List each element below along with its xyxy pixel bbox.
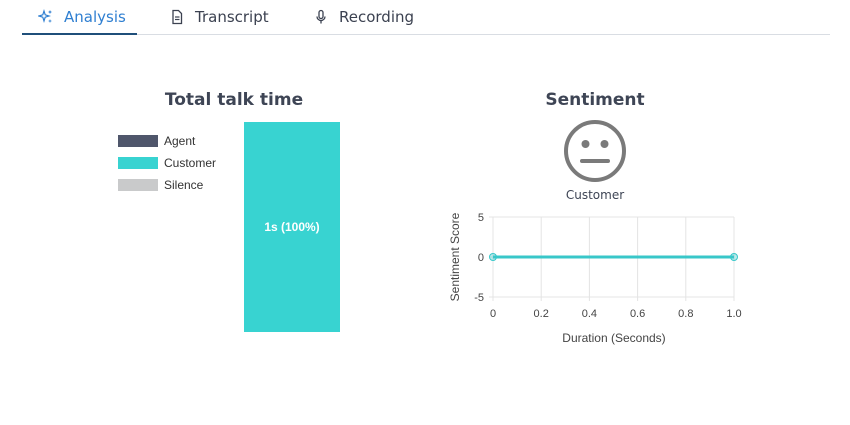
sentiment-title: Sentiment: [545, 90, 645, 110]
tab-analysis-label: Analysis: [64, 7, 126, 26]
legend-swatch-silence: [118, 179, 158, 191]
talk-time-title: Total talk time: [164, 90, 304, 110]
y-axis-label: Sentiment Score: [448, 212, 462, 301]
y-tick-label: 5: [478, 212, 484, 224]
tab-analysis[interactable]: Analysis: [22, 0, 137, 35]
y-tick-label: -5: [474, 292, 484, 304]
sparkle-icon: [38, 8, 54, 25]
sentiment-line-chart: 0 0.2 0.4 0.6 0.8 1.0 5 0 -5 Sentiment Score Dur…: [448, 212, 742, 345]
legend-label: Silence: [164, 178, 204, 192]
legend-label: Agent: [164, 134, 196, 148]
x-tick-label: 0.8: [678, 308, 693, 320]
neutral-face-icon: [562, 118, 628, 184]
microphone-icon: [313, 9, 329, 25]
x-tick-label: 0.6: [630, 308, 645, 320]
tab-transcript[interactable]: Transcript: [169, 0, 269, 33]
x-tick-label: 0.2: [534, 308, 549, 320]
legend-swatch-agent: [118, 135, 158, 147]
talk-time-legend: Agent Customer Silence: [118, 130, 216, 196]
tab-recording-label: Recording: [339, 7, 415, 26]
tab-recording[interactable]: Recording: [313, 0, 414, 33]
x-tick-label: 1.0: [726, 308, 741, 320]
legend-item-customer[interactable]: Customer: [118, 152, 216, 174]
talk-time-bar[interactable]: 1s (100%): [244, 122, 340, 332]
sentiment-data-point[interactable]: [730, 253, 738, 261]
tab-transcript-label: Transcript: [195, 7, 269, 26]
y-tick-label: 0: [478, 252, 484, 264]
x-tick-label: 0.4: [582, 308, 597, 320]
document-icon: [169, 9, 185, 25]
tab-bar: Analysis Transcript Recording: [22, 0, 830, 35]
sentiment-speaker-label: Customer: [565, 188, 625, 202]
x-axis-label: Duration (Seconds): [562, 331, 665, 345]
legend-item-agent[interactable]: Agent: [118, 130, 216, 152]
legend-label: Customer: [164, 156, 217, 170]
legend-item-silence[interactable]: Silence: [118, 174, 216, 196]
x-tick-label: 0: [490, 308, 496, 320]
talk-time-bar-label: 1s (100%): [264, 220, 320, 234]
legend-swatch-customer: [118, 157, 158, 169]
sentiment-data-point[interactable]: [489, 253, 497, 261]
